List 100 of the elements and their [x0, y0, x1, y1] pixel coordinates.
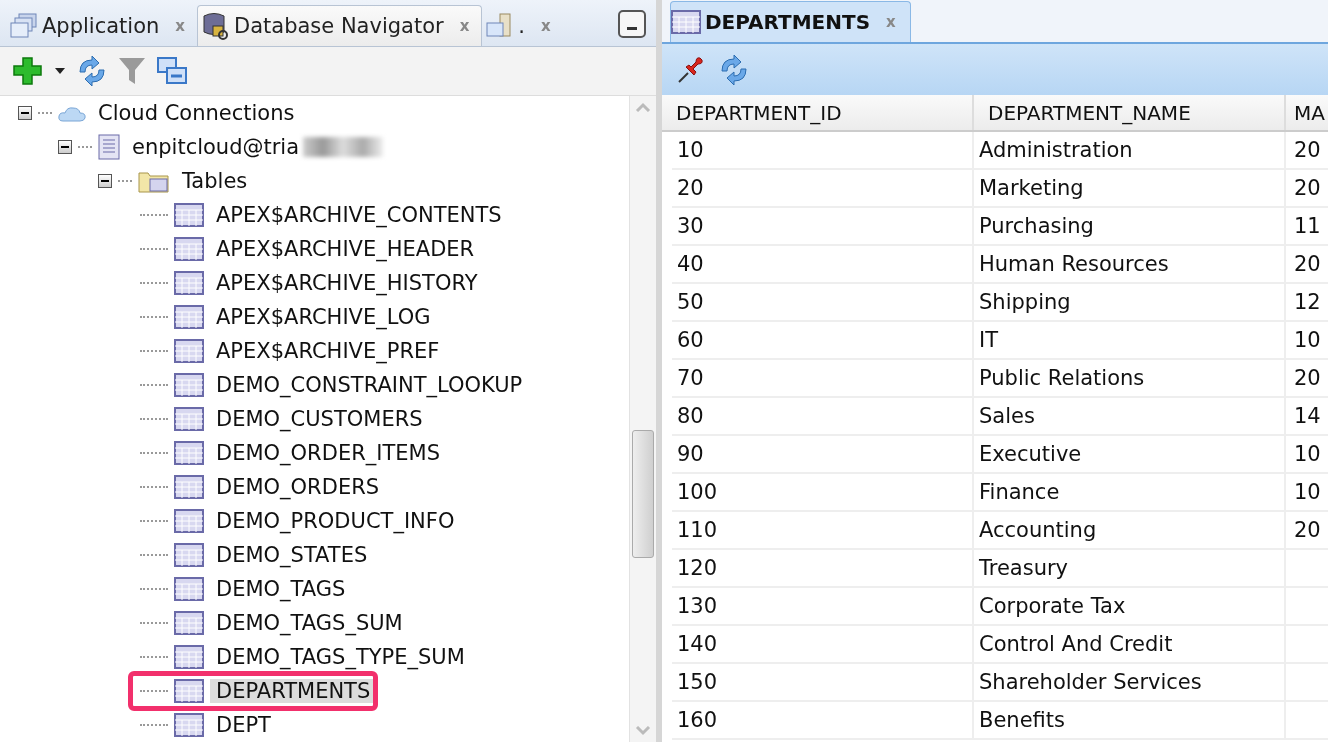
table-cell: Benefits — [979, 708, 1065, 732]
table-icon — [174, 339, 204, 363]
table-icon — [174, 679, 204, 703]
panel-tab[interactable]: Database Navigator x — [197, 5, 483, 46]
tree-item[interactable]: DEMO_ORDER_ITEMS — [210, 441, 446, 465]
table-cell: 14 — [1294, 404, 1321, 428]
refresh-icon[interactable] — [76, 56, 108, 86]
table-cell: Shareholder Services — [979, 670, 1202, 694]
column-header[interactable]: DEPARTMENT_ID — [662, 95, 974, 130]
table-cell: Accounting — [979, 518, 1097, 542]
table-cell: 60 — [677, 328, 704, 352]
table-cell: Human Resources — [979, 252, 1169, 276]
table-icon — [174, 509, 204, 533]
table-cell: 20 — [1294, 176, 1321, 200]
table-cell: 150 — [677, 670, 718, 694]
table-cell: Finance — [979, 480, 1060, 504]
table-cell: 120 — [677, 556, 718, 580]
database-icon — [202, 12, 231, 40]
table-icon — [174, 713, 204, 737]
table-cell: 70 — [677, 366, 704, 390]
refresh-icon[interactable] — [718, 54, 750, 85]
document-icon — [98, 134, 120, 160]
add-icon[interactable] — [12, 56, 44, 86]
table-cell: 20 — [677, 176, 704, 200]
table-cell: Corporate Tax — [979, 594, 1126, 618]
table-cell: 50 — [677, 290, 704, 314]
table-icon — [174, 271, 204, 295]
tree-item[interactable]: APEX$ARCHIVE_HEADER — [210, 237, 481, 261]
table-cell: Purchasing — [979, 214, 1094, 238]
tab-label: Database Navigator — [234, 14, 444, 38]
table-cell: Sales — [979, 404, 1035, 428]
table-cell: Treasury — [979, 556, 1068, 580]
tree-item[interactable]: DEMO_TAGS_SUM — [210, 611, 409, 635]
tree-item[interactable]: DEMO_CONSTRAINT_LOOKUP — [210, 373, 529, 397]
table-cell: 80 — [677, 404, 704, 428]
tree-item[interactable]: DEMO_PRODUCT_INFO — [210, 509, 461, 533]
table-icon — [174, 475, 204, 499]
table-icon — [174, 441, 204, 465]
table-cell: 20 — [1294, 366, 1321, 390]
cloud-icon — [58, 104, 86, 122]
table-cell: 100 — [677, 480, 718, 504]
tree-item[interactable]: APEX$ARCHIVE_LOG — [210, 305, 437, 329]
table-cell: 10 — [677, 138, 704, 162]
table-icon — [671, 10, 701, 34]
table-icon — [174, 203, 204, 227]
table-cell: 12 — [1294, 290, 1321, 314]
tree-item[interactable]: APEX$ARCHIVE_HISTORY — [210, 271, 484, 295]
table-cell: Executive — [979, 442, 1082, 466]
table-cell: 10 — [1294, 442, 1321, 466]
panel-tab[interactable]: Application x — [6, 6, 198, 46]
tree-item[interactable]: DEMO_TAGS_TYPE_SUM — [210, 645, 471, 669]
tree-item[interactable]: Tables — [176, 169, 254, 193]
table-cell: 130 — [677, 594, 718, 618]
table-icon — [174, 543, 204, 567]
table-cell: 140 — [677, 632, 718, 656]
table-cell: Administration — [979, 138, 1133, 162]
tree-item[interactable]: DEMO_CUSTOMERS — [210, 407, 429, 431]
windows-icon — [10, 13, 38, 39]
dropdown-caret-icon[interactable] — [54, 67, 66, 75]
table-cell: 110 — [677, 518, 718, 542]
tree-item[interactable]: DEMO_ORDERS — [210, 475, 386, 499]
tree-item[interactable]: DEMO_TAGS — [210, 577, 352, 601]
tree-item[interactable]: Cloud Connections — [92, 101, 301, 125]
tab-label: DEPARTMENTS — [705, 10, 871, 34]
editor-tab[interactable]: DEPARTMENTS x — [670, 1, 911, 42]
table-icon — [174, 611, 204, 635]
table-cell: 20 — [1294, 138, 1321, 162]
collapse-all-icon[interactable] — [156, 56, 188, 86]
table-cell: 40 — [677, 252, 704, 276]
table-cell: 20 — [1294, 252, 1321, 276]
table-icon — [174, 373, 204, 397]
table-cell: 160 — [677, 708, 718, 732]
column-header[interactable]: DEPARTMENT_NAME — [974, 95, 1286, 130]
table-icon — [174, 407, 204, 431]
table-cell: Marketing — [979, 176, 1084, 200]
tree-item[interactable]: APEX$ARCHIVE_CONTENTS — [210, 203, 508, 227]
table-cell: 20 — [1294, 518, 1321, 542]
tree-item[interactable]: DEPT — [210, 713, 277, 737]
scroll-thumb[interactable] — [632, 430, 654, 558]
collapse-toggle[interactable] — [18, 106, 32, 120]
collapse-toggle[interactable] — [98, 174, 112, 188]
tree-item[interactable]: enpitcloud@tria — [126, 135, 306, 159]
panel-tab[interactable]: . x — [482, 6, 563, 46]
tab-label: Application — [42, 14, 160, 38]
tab-label: . — [518, 14, 526, 38]
minimize-button[interactable] — [618, 10, 646, 38]
pushpin-icon[interactable] — [676, 54, 706, 85]
table-cell: Control And Credit — [979, 632, 1173, 656]
table-cell: Shipping — [979, 290, 1071, 314]
scrollbar[interactable] — [629, 96, 656, 742]
tree-item[interactable]: DEMO_STATES — [210, 543, 374, 567]
collapse-toggle[interactable] — [58, 140, 72, 154]
tree-item[interactable]: APEX$ARCHIVE_PREF — [210, 339, 446, 363]
filter-icon[interactable] — [118, 56, 146, 86]
table-cell: 10 — [1294, 328, 1321, 352]
table-cell: 30 — [677, 214, 704, 238]
column-header[interactable]: MA — [1286, 95, 1328, 130]
table-cell: Public Relations — [979, 366, 1145, 390]
folder-icon — [138, 169, 170, 193]
table-cell: IT — [979, 328, 999, 352]
